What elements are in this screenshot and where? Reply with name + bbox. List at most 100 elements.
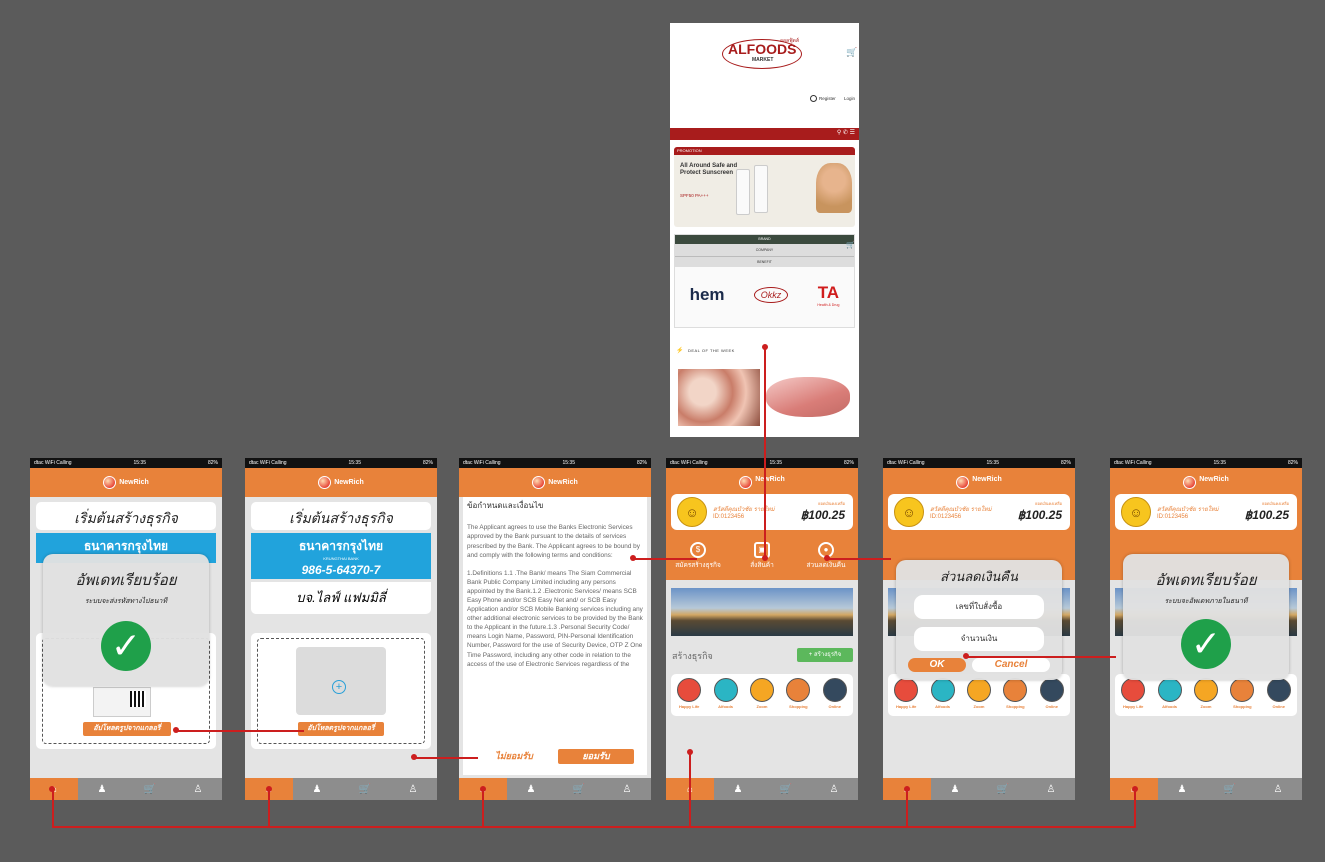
service-label: Happy Life (1122, 704, 1144, 709)
phone-screen-bank-info: dtac WiFi Calling 15:35 82% NewRich เริ่มต… (245, 458, 437, 800)
user-name: สวัสดีคุณบัวชัย (1157, 507, 1196, 513)
nav-cart-icon[interactable]: 🛒 (1206, 778, 1254, 800)
happy-life-icon (894, 678, 919, 702)
brand-section: BRAND COMPANY BENEFIT hem Okkz TA Health … (674, 234, 855, 328)
carrier: dtac WiFi Calling (670, 460, 708, 466)
nav-group-icon[interactable]: ♟ (714, 778, 762, 800)
nav-group-icon[interactable]: ♟ (293, 778, 341, 800)
service-label: Alfoods (935, 704, 951, 709)
alfoods-icon (713, 678, 738, 702)
zoom-icon (966, 678, 991, 702)
service-alfoods[interactable]: Alfoods (713, 678, 738, 716)
section-label: สร้างธุรกิจ (672, 651, 713, 661)
flow-line-terms (413, 757, 478, 759)
nav-group-icon[interactable]: ♟ (931, 778, 979, 800)
service-label: Shopping (789, 704, 808, 709)
terms-heading: ข้อกำหนดและเงื่อนไข (467, 501, 544, 510)
flow-dot (49, 786, 55, 792)
cart-icon-small[interactable]: 🛒 (846, 241, 855, 249)
amount-field[interactable]: จำนวนเงิน (914, 627, 1044, 651)
nav-profile-icon[interactable]: ♙ (389, 778, 437, 800)
flow-line-drop-4 (689, 752, 691, 827)
cart-icon[interactable]: 🛒 (846, 47, 857, 58)
nav-group-icon[interactable]: ♟ (1158, 778, 1206, 800)
image-placeholder-icon: + (296, 647, 386, 715)
tenderloin-image[interactable] (766, 377, 850, 417)
login-link[interactable]: Login (844, 96, 855, 101)
app-bar: NewRich (245, 468, 437, 497)
order-number-field[interactable]: เลขที่ใบสั่งซื้อ (914, 595, 1044, 619)
terms-panel[interactable]: ข้อกำหนดและเงื่อนไข The Applicant agrees… (463, 497, 647, 775)
happy-life-icon (1121, 678, 1146, 702)
nav-profile-icon[interactable]: ♙ (174, 778, 222, 800)
avatar[interactable]: ☺ (894, 497, 924, 527)
promo-spf: SPF50 PA+++ (680, 193, 709, 198)
nav-profile-icon[interactable]: ♙ (810, 778, 858, 800)
user-card: ☺ สวัสดีคุณบัวชัย รายใหม่ ID:0123456 ยอด… (888, 494, 1070, 530)
nav-group-icon[interactable]: ♟ (78, 778, 126, 800)
user-icon[interactable] (810, 95, 817, 102)
check-icon: ✓ (1181, 619, 1231, 669)
nav-profile-icon[interactable]: ♙ (603, 778, 651, 800)
service-zoom[interactable]: Zoom (749, 678, 774, 716)
avatar[interactable]: ☺ (677, 497, 707, 527)
nav-cart-icon[interactable]: 🛒 (341, 778, 389, 800)
register-link[interactable]: Register (819, 96, 836, 101)
carrier: dtac WiFi Calling (34, 460, 72, 466)
flow-line-drop-2 (268, 789, 270, 827)
carrier: dtac WiFi Calling (1114, 460, 1152, 466)
ta-logo[interactable]: TA Health & Drug (817, 283, 839, 307)
landscape-banner[interactable] (671, 588, 853, 636)
flow-line-drop-1 (52, 789, 54, 827)
tab-company[interactable]: COMPANY (675, 244, 854, 256)
balance-label: ยอดเงินคงเหลือ (1262, 501, 1289, 506)
phone-screen-update-success: dtac WiFi Calling 15:35 82% NewRich ☺ สวัส… (1110, 458, 1302, 800)
hem-logo[interactable]: hem (690, 285, 725, 305)
account-number[interactable]: 986-5-64370-7 (251, 561, 431, 577)
service-online[interactable]: Online (822, 678, 847, 716)
service-label: Online (1272, 704, 1285, 709)
flow-dot (762, 555, 768, 561)
bank-card: ธนาคารกรุงไทย KRUNGTHAI BANK 986-5-64370… (251, 533, 431, 579)
app-name: NewRich (755, 476, 785, 483)
nav-group-icon[interactable]: ♟ (507, 778, 555, 800)
carrier: dtac WiFi Calling (887, 460, 925, 466)
promo-banner[interactable]: PROMOTION All Around Safe and Protect Su… (674, 147, 855, 227)
accept-button[interactable]: ยอมรับ (557, 748, 635, 765)
service-shopping[interactable]: Shopping (786, 678, 811, 716)
decline-button[interactable]: ไม่ยอมรับ (475, 748, 553, 765)
sunscreen-image (736, 169, 750, 215)
nav-cart-icon[interactable]: 🛒 (762, 778, 810, 800)
nav-cart-icon[interactable]: 🛒 (555, 778, 603, 800)
upload-gallery-button[interactable]: อัปโหลดรูปจากแกลอรี่ (82, 721, 172, 737)
nav-cart-icon[interactable]: 🛒 (126, 778, 174, 800)
user-id: ID:0123456 (1157, 514, 1189, 520)
nav-profile-icon[interactable]: ♙ (1254, 778, 1302, 800)
pork-belly-image[interactable] (678, 369, 760, 426)
tab-benefit[interactable]: BENEFIT (675, 256, 854, 267)
balance-value: ฿100.25 (1017, 508, 1062, 522)
service-label: Alfoods (1162, 704, 1178, 709)
nav-cart-icon[interactable]: 🛒 (979, 778, 1027, 800)
model-photo (816, 163, 852, 213)
clock: 15:35 (1213, 460, 1226, 466)
service-icons: Happy Life Alfoods Zoom Shopping Online (888, 674, 1070, 716)
bottom-nav: ⌂♟🛒♙ (883, 778, 1075, 800)
tab-brand[interactable]: BRAND (675, 235, 854, 244)
nav-icons[interactable]: ⚲ ✆ ☰ (837, 129, 855, 136)
service-happy-life[interactable]: Happy Life (677, 678, 702, 716)
service-online: Online (1266, 678, 1291, 716)
clock: 15:35 (133, 460, 146, 466)
okkz-logo[interactable]: Okkz (753, 287, 789, 303)
menu-label-3: ส่วนลดเงินคืน (806, 562, 846, 569)
upload-gallery-button[interactable]: อัปโหลดรูปจากแกลอรี่ (297, 721, 385, 737)
nav-profile-icon[interactable]: ♙ (1027, 778, 1075, 800)
avatar[interactable]: ☺ (1121, 497, 1151, 527)
cancel-button[interactable]: Cancel (972, 658, 1050, 672)
app-bar: NewRich (459, 468, 651, 497)
ok-button[interactable]: OK (908, 658, 966, 672)
create-business-button[interactable]: + สร้างธุรกิจ (797, 648, 853, 662)
service-online: Online (1039, 678, 1064, 716)
flow-line-web (764, 346, 766, 558)
flash-icon: ⚡ (676, 348, 684, 354)
